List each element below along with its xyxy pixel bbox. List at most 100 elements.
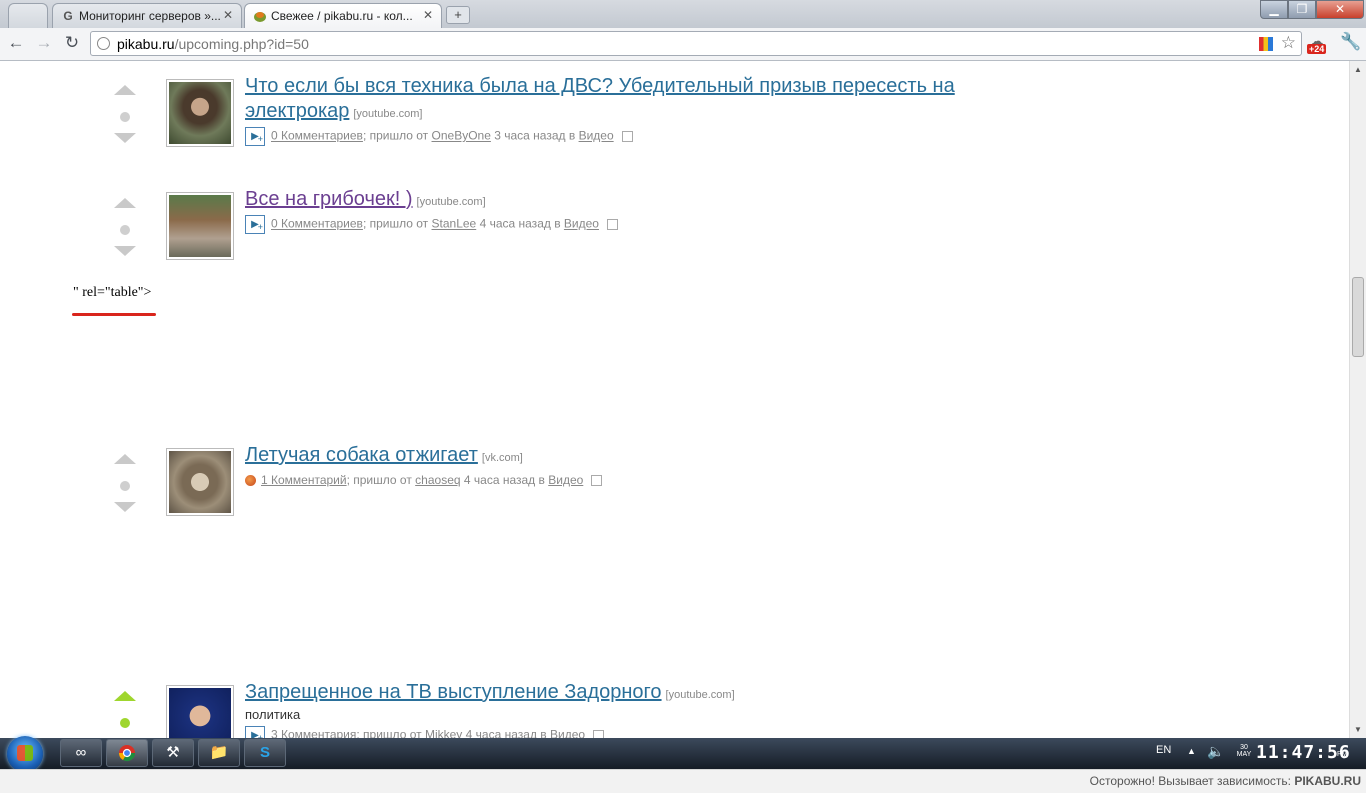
save-icon[interactable]: [591, 475, 603, 487]
page-icon: [97, 37, 110, 50]
weather-extension-icon[interactable]: ☁ +24: [1307, 32, 1333, 56]
vote-up-arrow-icon[interactable]: [114, 85, 136, 95]
blank-tab-icon: [17, 9, 31, 23]
vote-down-arrow-icon[interactable]: [114, 246, 136, 256]
vertical-scrollbar[interactable]: ▲ ▼: [1349, 61, 1366, 738]
taskbar-app-chrome[interactable]: [106, 739, 148, 767]
story-title-link[interactable]: Летучая собака отжигает: [245, 444, 478, 466]
start-button[interactable]: [7, 736, 43, 772]
tab-server-monitoring[interactable]: G Мониторинг серверов »... ✕: [52, 3, 242, 28]
forward-arrow-icon[interactable]: →: [33, 32, 55, 54]
vote-down-arrow-icon[interactable]: [114, 133, 136, 143]
save-icon[interactable]: [606, 219, 618, 230]
tab-label: Свежее / pikabu.ru - кол...: [271, 9, 413, 23]
back-arrow-icon[interactable]: ←: [5, 32, 27, 54]
wrench-icon[interactable]: 🔧: [1340, 32, 1361, 52]
tab-pikabu[interactable]: Свежее / pikabu.ru - кол... ✕: [244, 3, 442, 28]
story-title-link[interactable]: Что если бы вся техника была на ДВС? Убе…: [245, 75, 955, 122]
weather-temp: +24: [1307, 44, 1327, 54]
vote-down-arrow-icon[interactable]: [114, 502, 136, 512]
story-tag[interactable]: политика: [245, 707, 300, 722]
play-video-icon[interactable]: ▶ +: [245, 127, 265, 146]
author-link[interactable]: Mikkey: [425, 728, 462, 738]
minimize-button[interactable]: ▁: [1260, 0, 1288, 19]
vote-up-arrow-icon[interactable]: [114, 198, 136, 208]
url-text: pikabu.ru/upcoming.php?id=50: [117, 36, 309, 52]
category-link[interactable]: Видео: [548, 473, 583, 487]
close-tab-icon[interactable]: ✕: [223, 8, 233, 22]
comments-link[interactable]: 0 Комментариев: [271, 217, 363, 231]
broken-markup-text: " rel="table">: [73, 285, 152, 300]
browser-titlebar: G Мониторинг серверов »... ✕ Свежее / pi…: [0, 0, 1366, 28]
story-item: Что если бы вся техника была на ДВС? Убе…: [0, 75, 1100, 185]
status-text: Осторожно! Вызывает зависимость: PIKABU.…: [1089, 774, 1361, 788]
bookmark-star-icon[interactable]: ☆: [1281, 33, 1296, 53]
story-meta: 1 Комментарий; пришло от chaoseq 4 часа …: [245, 473, 603, 487]
scrollbar-thumb[interactable]: [1352, 277, 1364, 357]
tab-label: Мониторинг серверов »...: [79, 9, 221, 23]
play-video-icon[interactable]: ▶ +: [245, 726, 265, 738]
author-link[interactable]: StanLee: [432, 217, 477, 231]
category-link[interactable]: Видео: [579, 129, 614, 143]
story-thumbnail[interactable]: [166, 79, 234, 147]
volume-icon[interactable]: 🔈: [1207, 743, 1224, 760]
close-tab-icon[interactable]: ✕: [423, 8, 433, 22]
date-text: 30 MAY: [1236, 744, 1252, 758]
story-title: Летучая собака отжигает [vk.com]: [245, 443, 965, 471]
close-window-button[interactable]: ✕: [1316, 0, 1364, 19]
scroll-up-arrow-icon[interactable]: ▲: [1354, 65, 1362, 74]
highlight-underline: [72, 313, 156, 316]
google-icon: G: [63, 9, 73, 23]
comments-link[interactable]: 0 Комментариев: [271, 129, 363, 143]
author-link[interactable]: chaoseq: [415, 473, 460, 487]
story-title: Все на грибочек! ) [youtube.com]: [245, 187, 965, 215]
category-link[interactable]: Видео: [564, 217, 599, 231]
language-indicator[interactable]: EN: [1156, 744, 1171, 756]
story-title: Что если бы вся техника была на ДВС? Убе…: [245, 74, 965, 127]
story-thumbnail[interactable]: [166, 192, 234, 260]
windows-logo-icon: [17, 745, 33, 761]
tray-expand-icon[interactable]: ▲: [1187, 746, 1196, 756]
extension-icon[interactable]: [1259, 37, 1273, 51]
save-icon[interactable]: [621, 131, 633, 142]
pikabu-icon: [253, 9, 267, 23]
new-tab-button[interactable]: +: [446, 6, 470, 24]
tab-blank[interactable]: [8, 3, 48, 28]
vote-neutral-icon[interactable]: [120, 718, 130, 728]
reload-icon[interactable]: ↻: [61, 32, 83, 54]
vote-neutral-icon[interactable]: [120, 225, 130, 235]
vote-up-arrow-icon[interactable]: [114, 691, 136, 701]
category-link[interactable]: Видео: [550, 728, 585, 738]
story-item: Летучая собака отжигает [vk.com] 1 Коммен…: [0, 444, 1100, 554]
story-item: Все на грибочек! ) [youtube.com] ▶ + 0 Комм…: [0, 188, 1100, 298]
story-thumbnail[interactable]: [166, 448, 234, 516]
bottom-status-bar: Осторожно! Вызывает зависимость: PIKABU.…: [0, 769, 1366, 793]
story-meta: ▶ +3 Комментария; пришло от Mikkey 4 часа…: [245, 726, 605, 738]
browser-toolbar: ← → ↻ pikabu.ru/upcoming.php?id=50 ☆ ☁ +…: [0, 28, 1366, 61]
taskbar-app-tools[interactable]: ⚒: [152, 739, 194, 767]
story-title-link[interactable]: Запрещенное на ТВ выступление Задорного: [245, 681, 662, 703]
vote-neutral-icon[interactable]: [120, 112, 130, 122]
story-domain: [youtube.com]: [665, 689, 735, 701]
taskbar-app-skype[interactable]: S: [244, 739, 286, 767]
save-icon[interactable]: [593, 730, 605, 738]
taskbar-app-infinity[interactable]: ∞: [60, 739, 102, 767]
story-meta: ▶ +0 Комментариев; пришло от StanLee 4 ча…: [245, 215, 618, 234]
story-thumbnail[interactable]: [166, 685, 234, 738]
taskbar-app-explorer[interactable]: 📁: [198, 739, 240, 767]
scroll-down-arrow-icon[interactable]: ▼: [1354, 725, 1362, 734]
vote-neutral-icon[interactable]: [120, 481, 130, 491]
page-viewport: Что если бы вся техника была на ДВС? Убе…: [0, 61, 1349, 738]
comments-link[interactable]: 3 Комментария: [271, 728, 356, 738]
address-bar[interactable]: pikabu.ru/upcoming.php?id=50 ☆: [90, 31, 1302, 56]
vote-up-arrow-icon[interactable]: [114, 454, 136, 464]
windows-taskbar: ∞ ⚒ 📁 S EN ▲ 🔈 30 MAY 11:47:56 PM: [0, 736, 1366, 772]
play-video-icon[interactable]: ▶ +: [245, 215, 265, 234]
story-domain: [youtube.com]: [416, 196, 486, 208]
story-domain: [vk.com]: [481, 452, 523, 464]
maximize-button[interactable]: ❐: [1288, 0, 1316, 19]
author-link[interactable]: OneByOne: [432, 129, 491, 143]
story-item: Запрещенное на ТВ выступление Задорного[…: [0, 681, 1100, 738]
story-title-link[interactable]: Все на грибочек! ): [245, 188, 413, 210]
comments-link[interactable]: 1 Комментарий: [261, 473, 347, 487]
